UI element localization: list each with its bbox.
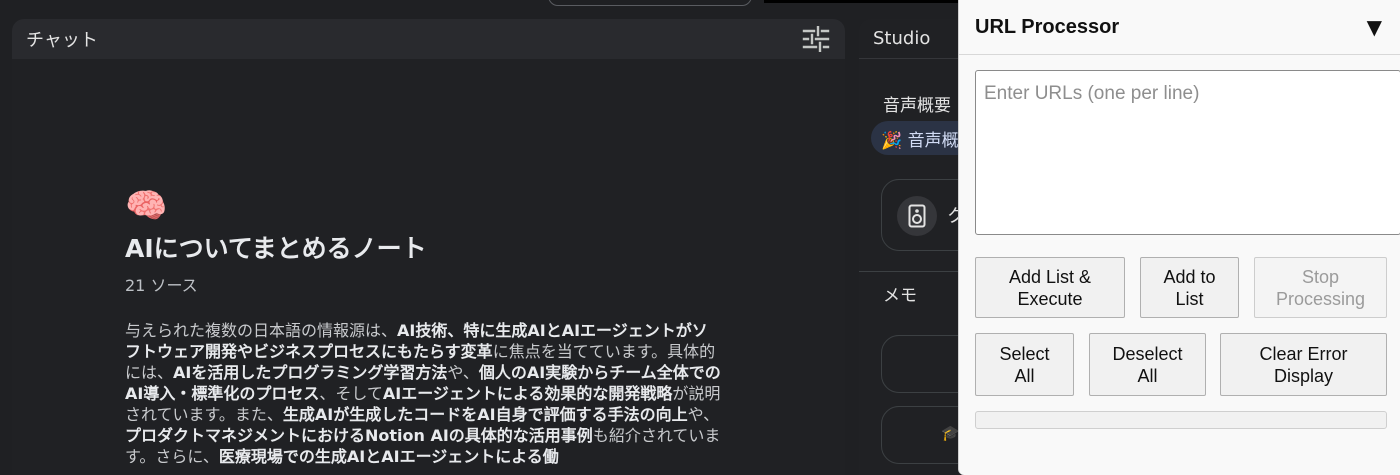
summary-highlight: 医療現場での生成AIとAIエージェントによる働	[218, 447, 559, 466]
chat-header: チャット	[12, 19, 845, 59]
summary-highlight: AIを活用したプログラミング学習方法	[173, 363, 448, 382]
notebook-title: AIについてまとめるノート	[125, 234, 427, 263]
summary-highlight: AIエージェントによる効果的な開発戦略	[382, 384, 673, 403]
add-to-list-button[interactable]: Add to List	[1140, 257, 1239, 318]
progress-bar	[975, 411, 1387, 429]
select-all-button[interactable]: Select All	[975, 333, 1074, 396]
brain-icon: 🧠	[125, 186, 168, 226]
audio-overview-heading: 音声概要	[883, 96, 951, 116]
studio-title: Studio	[873, 28, 931, 49]
chat-panel: チャット 🧠 AIについてまとめるノート 21 ソース 与えられた複数の日本語の…	[12, 19, 845, 475]
summary-text: 与えられた複数の日本語の情報源は、	[125, 321, 398, 340]
summary-highlight: プロダクトマネジメントにおけるNotion AIの具体的な活用事例	[125, 426, 593, 445]
chat-notebook-intro: 🧠 AIについてまとめるノート 21 ソース 与えられた複数の日本語の情報源は、…	[125, 186, 725, 467]
stop-processing-button[interactable]: Stop Processing	[1254, 257, 1387, 318]
deselect-all-button[interactable]: Deselect All	[1089, 333, 1206, 396]
summary-text: や、	[447, 363, 479, 382]
url-processor-title: URL Processor	[975, 15, 1120, 38]
summary-highlight: 生成AIが生成したコードをAI自身で評価する手法の向上	[282, 405, 688, 424]
graduation-cap-icon: 🎓	[941, 424, 960, 442]
collapse-toggle-icon[interactable]: ▼	[1367, 17, 1382, 37]
memo-heading: メモ	[883, 286, 917, 306]
url-processor-header: URL Processor ▼	[959, 0, 1400, 55]
source-count: 21 ソース	[125, 276, 198, 295]
url-list-input[interactable]	[975, 70, 1400, 235]
summary-text: や、	[687, 405, 720, 424]
tune-settings-icon[interactable]	[801, 24, 831, 54]
clear-error-display-button[interactable]: Clear Error Display	[1220, 333, 1387, 396]
top-bar-fragment	[764, 0, 960, 3]
summary-text: 、そして	[319, 384, 383, 403]
chat-title: チャット	[26, 30, 98, 51]
speaker-icon	[897, 196, 937, 236]
top-search-pill[interactable]	[548, 0, 752, 6]
notebook-summary: 与えられた複数の日本語の情報源は、AI技術、特に生成AIとAIエージェントがソフ…	[125, 320, 721, 467]
add-list-execute-button[interactable]: Add List & Execute	[975, 257, 1125, 318]
url-processor-panel: URL Processor ▼ Add List & Execute Add t…	[958, 0, 1400, 475]
